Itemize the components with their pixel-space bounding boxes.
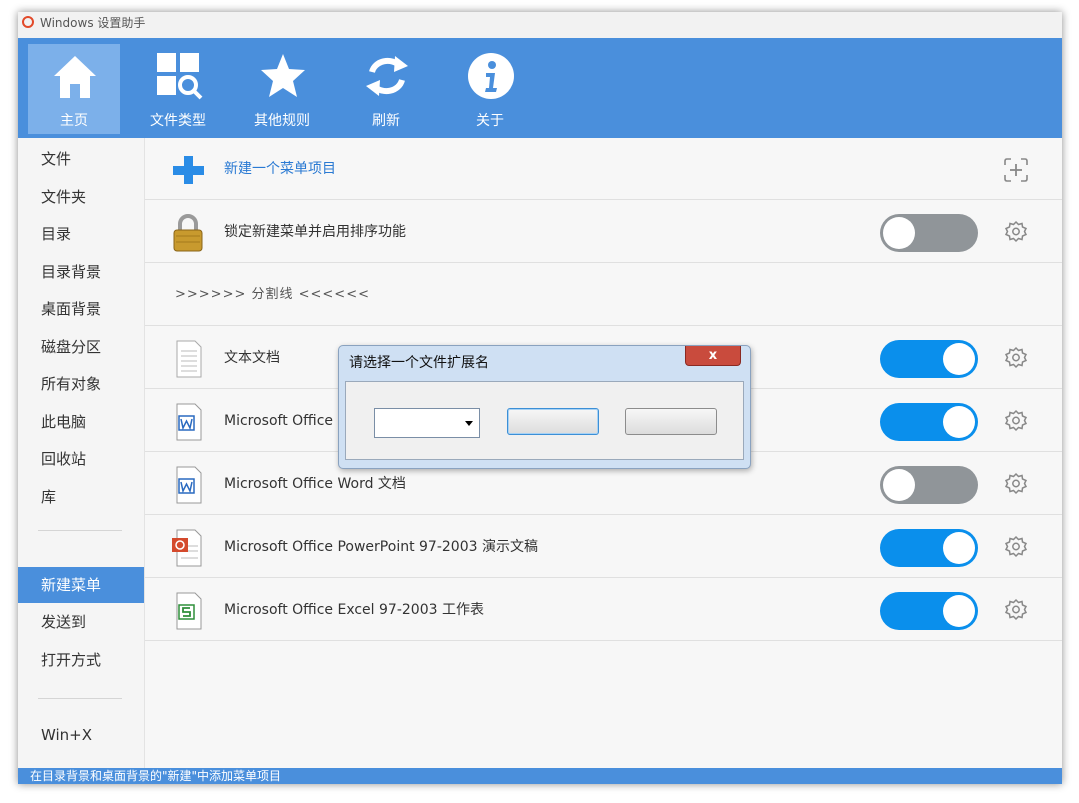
entry-toggle[interactable] [880, 340, 978, 378]
toolbar-other-rules-label: 其他规则 [254, 113, 310, 129]
sidebar-divider [38, 698, 122, 699]
toggle-knob [943, 532, 975, 564]
text-document-icon [176, 340, 202, 378]
gear-icon[interactable] [1003, 346, 1029, 372]
sidebar-item-recycle-bin[interactable]: 回收站 [18, 441, 144, 477]
toolbar-home-label: 主页 [60, 113, 88, 129]
dropdown-arrow-icon [465, 421, 473, 426]
entry-toggle[interactable] [880, 592, 978, 630]
lock-row: 锁定新建菜单并启用排序功能 [145, 201, 1062, 263]
toolbar-refresh-label: 刷新 [372, 113, 400, 129]
lock-icon [173, 214, 203, 252]
sidebar-item-disk-partition[interactable]: 磁盘分区 [18, 329, 144, 365]
extension-dialog: 请选择一个文件扩展名 x [338, 345, 751, 469]
toolbar-file-type-button[interactable]: 文件类型 [132, 44, 224, 134]
entry-toggle[interactable] [880, 529, 978, 567]
entry-label: Microsoft Office [224, 413, 334, 429]
gear-icon[interactable] [1003, 598, 1029, 624]
toolbar-file-type-label: 文件类型 [150, 113, 206, 129]
info-icon [468, 53, 514, 99]
sidebar-item-desktop-background[interactable]: 桌面背景 [18, 291, 144, 327]
toggle-knob [883, 217, 915, 249]
dialog-close-button[interactable]: x [685, 346, 741, 366]
dialog-cancel-button[interactable] [625, 408, 717, 435]
gear-icon[interactable] [1003, 409, 1029, 435]
refresh-icon [366, 56, 408, 96]
toggle-knob [943, 343, 975, 375]
toolbar-about-label: 关于 [476, 113, 504, 129]
toolbar-refresh-button[interactable]: 刷新 [340, 44, 432, 134]
lock-toggle[interactable] [880, 214, 978, 252]
entry-row: Microsoft Office Excel 97-2003 工作表 [145, 579, 1062, 641]
close-icon: x [708, 348, 718, 363]
gear-icon[interactable] [1003, 535, 1029, 561]
dialog-body [345, 381, 744, 460]
sidebar-item-folder[interactable]: 文件夹 [18, 179, 144, 215]
entry-toggle[interactable] [880, 403, 978, 441]
sidebar-item-directory[interactable]: 目录 [18, 216, 144, 252]
sidebar-item-library[interactable]: 库 [18, 479, 144, 515]
entry-toggle[interactable] [880, 466, 978, 504]
toggle-knob [943, 595, 975, 627]
sidebar-item-file[interactable]: 文件 [18, 141, 144, 177]
toggle-knob [883, 469, 915, 501]
new-item-row[interactable]: 新建一个菜单项目 [145, 138, 1062, 200]
sidebar-item-new-menu[interactable]: 新建菜单 [18, 567, 144, 603]
lock-label: 锁定新建菜单并启用排序功能 [224, 224, 406, 240]
sidebar-item-send-to[interactable]: 发送到 [18, 604, 144, 640]
sidebar-item-all-objects[interactable]: 所有对象 [18, 366, 144, 402]
dialog-title: 请选择一个文件扩展名 [349, 355, 489, 371]
word-document-icon [176, 466, 202, 504]
title-bar: Windows 设置助手 [18, 12, 1062, 38]
entry-label: 文本文档 [224, 350, 280, 366]
entry-label: Microsoft Office Excel 97-2003 工作表 [224, 602, 484, 618]
powerpoint-document-icon [172, 529, 202, 567]
excel-document-icon [176, 592, 202, 630]
sidebar-item-directory-background[interactable]: 目录背景 [18, 254, 144, 290]
toolbar-home-button[interactable]: 主页 [28, 44, 120, 134]
status-bar: 在目录背景和桌面背景的"新建"中添加菜单项目 [18, 768, 1062, 784]
add-plus-icon [173, 156, 204, 184]
sidebar: 文件 文件夹 目录 目录背景 桌面背景 磁盘分区 所有对象 此电脑 回收站 库 … [18, 138, 145, 768]
toolbar-other-rules-button[interactable]: 其他规则 [236, 44, 328, 134]
separator-label: >>>>>> 分割线 <<<<<< [175, 287, 370, 302]
star-icon [261, 54, 305, 97]
toggle-knob [943, 406, 975, 438]
extension-select[interactable] [374, 408, 480, 438]
word-document-icon [176, 403, 202, 441]
app-logo-icon [22, 16, 34, 28]
file-type-search-icon [157, 53, 203, 100]
toolbar: 主页 文件类型 其他规则 刷新 关于 [18, 38, 1062, 138]
dialog-ok-button[interactable] [507, 408, 599, 435]
entry-row: Microsoft Office PowerPoint 97-2003 演示文稿 [145, 516, 1062, 578]
entry-label: Microsoft Office PowerPoint 97-2003 演示文稿 [224, 539, 538, 555]
sidebar-item-open-with[interactable]: 打开方式 [18, 642, 144, 678]
gear-icon[interactable] [1003, 472, 1029, 498]
window-title: Windows 设置助手 [40, 16, 146, 30]
toolbar-about-button[interactable]: 关于 [444, 44, 536, 134]
gear-icon[interactable] [1003, 220, 1029, 246]
sidebar-item-this-pc[interactable]: 此电脑 [18, 404, 144, 440]
new-item-label: 新建一个菜单项目 [224, 161, 336, 177]
add-circle-icon[interactable] [1003, 157, 1029, 183]
sidebar-item-win-x[interactable]: Win+X [18, 717, 144, 753]
sidebar-divider [38, 530, 122, 531]
separator-row: >>>>>> 分割线 <<<<<< [145, 264, 1062, 326]
home-icon [54, 56, 96, 98]
